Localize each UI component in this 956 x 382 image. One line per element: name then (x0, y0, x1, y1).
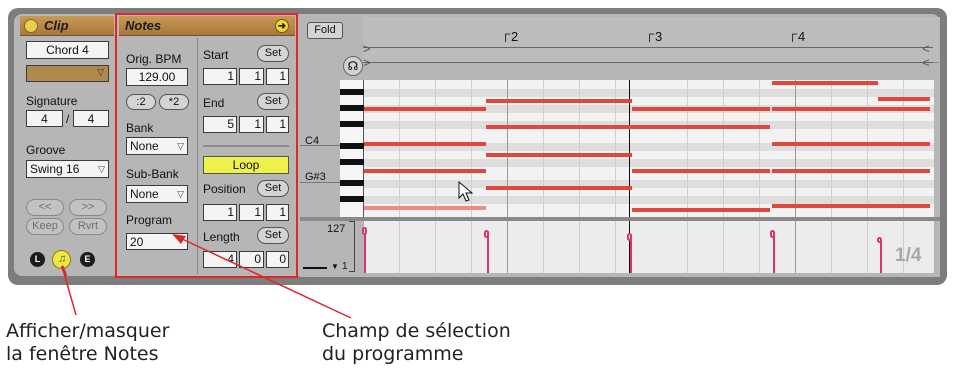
annotation-line: du programme (322, 343, 464, 365)
annotation-program-field: Champ de sélection du programme (322, 320, 511, 366)
annotation-line: Afficher/masquer (6, 320, 170, 342)
annotation-line: Champ de sélection (322, 320, 511, 342)
annotation-line: la fenêtre Notes (6, 343, 159, 365)
annotation-toggle-notes: Afficher/masquer la fenêtre Notes (6, 320, 169, 366)
